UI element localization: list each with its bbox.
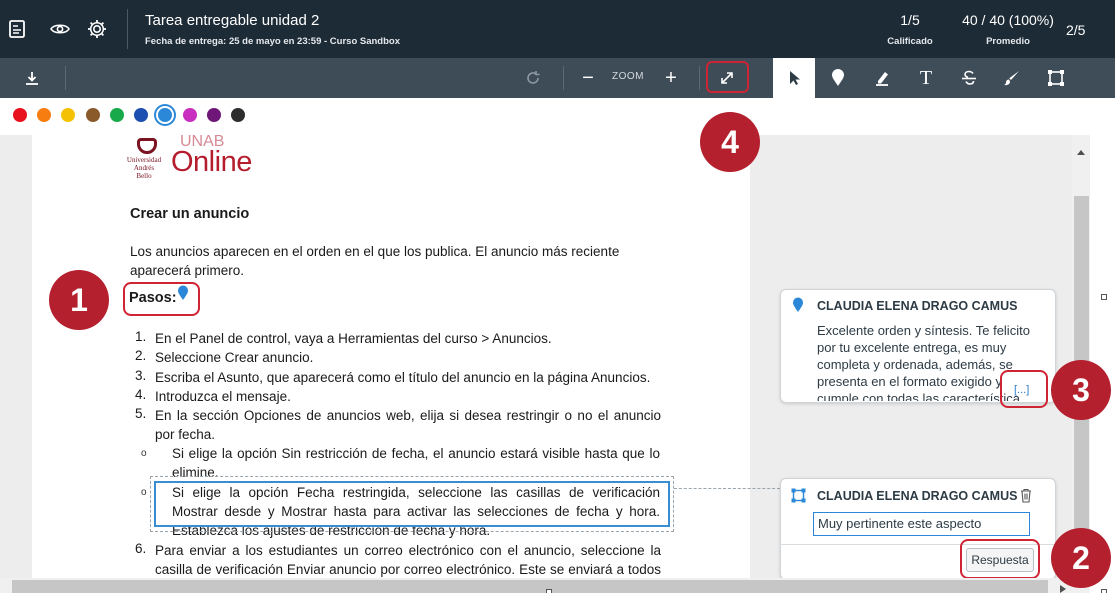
callout-highlight-pasos [123, 282, 200, 316]
toolbar-divider [699, 66, 700, 90]
brush-icon[interactable] [992, 58, 1032, 98]
color-swatch[interactable] [183, 108, 197, 122]
header: Tarea entregable unidad 2 Fecha de entre… [0, 0, 1115, 58]
pointer-icon[interactable] [774, 58, 814, 98]
pin-annotation-icon [792, 297, 804, 318]
logo-online-text: Online [171, 146, 252, 178]
eye-icon[interactable] [49, 18, 71, 40]
annotation-connector [674, 488, 780, 489]
color-swatch[interactable] [61, 108, 75, 122]
callout-highlight-more [1000, 370, 1048, 408]
header-divider [127, 9, 128, 49]
rotate-icon[interactable] [513, 58, 553, 98]
submission-icon[interactable] [6, 18, 28, 40]
strikethrough-icon[interactable] [949, 58, 989, 98]
step-text: En la sección Opciones de anuncios web, … [155, 408, 661, 442]
step-text: Introduzca el mensaje. [155, 389, 291, 404]
zoom-label: ZOOM [612, 71, 644, 82]
toolbar-divider [65, 66, 66, 90]
callout-highlight-expand [706, 61, 749, 93]
step-text: Escriba el Asunto, que aparecerá como el… [155, 370, 651, 385]
download-icon[interactable] [12, 58, 52, 98]
color-swatch[interactable] [37, 108, 51, 122]
document-heading: Crear un anuncio [130, 206, 250, 222]
text-icon[interactable]: T [906, 58, 946, 98]
step-number: 5. [135, 406, 147, 421]
color-swatch[interactable] [231, 108, 245, 122]
trash-icon[interactable] [1020, 488, 1032, 508]
annotation-toolbar: − ZOOM + T [0, 58, 1115, 98]
area-annotation[interactable] [154, 481, 670, 527]
color-swatch[interactable] [158, 108, 172, 122]
graded-label: Calificado [887, 36, 933, 47]
area-icon[interactable] [1036, 58, 1076, 98]
step-number: 6. [135, 541, 147, 556]
callout-highlight-reply [960, 539, 1040, 579]
color-swatch[interactable] [207, 108, 221, 122]
color-swatch[interactable] [86, 108, 100, 122]
callout-badge-1: 1 [49, 270, 109, 330]
step-number: 3. [135, 368, 147, 383]
step-text: Seleccione Crear anuncio. [155, 350, 314, 365]
color-swatch[interactable] [134, 108, 148, 122]
toolbar-divider [563, 66, 564, 90]
zoom-in-button[interactable]: + [651, 58, 691, 98]
step-6-clip: Para enviar a los estudiantes un correo … [155, 541, 661, 578]
graded-count: 1/5 [900, 12, 920, 28]
comment-author: CLAUDIA ELENA DRAGO CAMUS [817, 299, 1018, 313]
step-number: 2. [135, 348, 147, 363]
average-label: Promedio [986, 36, 1030, 47]
step-number: 4. [135, 387, 147, 402]
step-text: Para enviar a los estudiantes un correo … [155, 543, 661, 577]
color-swatch[interactable] [110, 108, 124, 122]
highlighter-icon[interactable] [862, 58, 902, 98]
callout-badge-2: 2 [1051, 528, 1111, 588]
comment-author: CLAUDIA ELENA DRAGO CAMUS [817, 489, 1018, 503]
sub-bullet: o [141, 487, 147, 498]
pin-icon[interactable] [818, 58, 858, 98]
zoom-out-button[interactable]: − [568, 58, 608, 98]
logo-university-text: Universidad Andrés Bello [126, 156, 162, 180]
color-palette [0, 98, 1115, 135]
callout-badge-4: 4 [700, 112, 760, 172]
scroll-up-arrow-icon[interactable] [1076, 143, 1086, 161]
assignment-title: Tarea entregable unidad 2 [145, 12, 320, 29]
callout-badge-3: 3 [1051, 360, 1111, 420]
area-annotation-icon [791, 488, 806, 508]
color-swatch[interactable] [13, 108, 27, 122]
sub-bullet: o [141, 448, 147, 459]
horizontal-scrollbar-thumb[interactable] [12, 580, 1048, 593]
step-number: 1. [135, 329, 147, 344]
step-text: En el Panel de control, vaya a Herramien… [155, 331, 552, 346]
gear-icon[interactable] [86, 18, 108, 40]
document-intro: Los anuncios aparecen en el orden en el … [130, 244, 620, 278]
comment-edit-field[interactable]: Muy pertinente este aspecto [813, 512, 1030, 536]
average-score: 40 / 40 (100%) [962, 12, 1054, 28]
resize-handle [546, 589, 552, 593]
resize-handle [1101, 589, 1107, 593]
due-date: Fecha de entrega: 25 de mayo en 23:59 - … [145, 36, 400, 47]
student-index[interactable]: 2/5 [1066, 22, 1115, 38]
resize-handle [1101, 294, 1107, 300]
